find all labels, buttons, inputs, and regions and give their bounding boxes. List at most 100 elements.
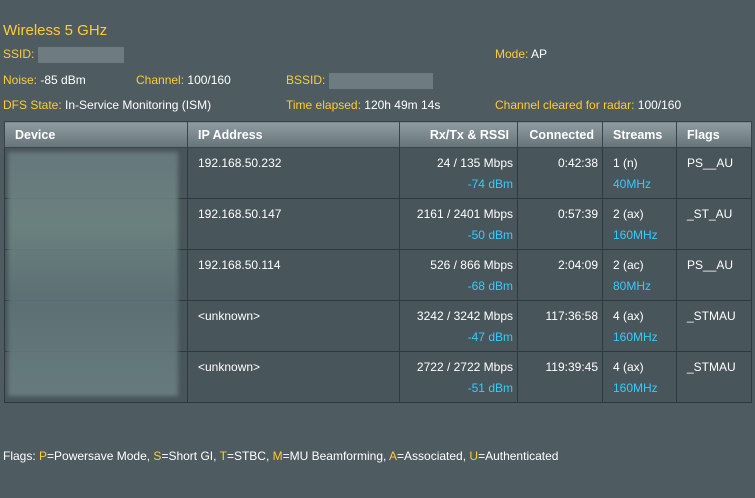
noise-value: -85 dBm xyxy=(40,73,86,87)
legend-key-m: M xyxy=(272,449,283,463)
rxtx-rate: 2722 / 2722 Mbps xyxy=(416,360,513,374)
ip-address: <unknown> xyxy=(198,360,261,374)
radar-value: 100/160 xyxy=(637,98,682,112)
legend-text-a: =Associated, xyxy=(397,449,470,463)
header-ip-address: IP Address xyxy=(187,121,400,148)
legend-key-u: U xyxy=(469,449,479,463)
flags-cell: _STMAU xyxy=(676,300,752,352)
elapsed-value: 120h 49m 14s xyxy=(364,98,441,112)
rxtx-rate: 2161 / 2401 Mbps xyxy=(416,207,513,221)
connected-time: 117:36:58 xyxy=(545,309,599,323)
ip-address: 192.168.50.114 xyxy=(198,258,281,272)
channel-value: 100/160 xyxy=(187,73,231,87)
streams-cell: 2 (ax) 160MHz xyxy=(602,198,677,250)
channel-field: Channel: 100/160 xyxy=(136,73,231,87)
mode-field: Mode: AP xyxy=(495,47,547,61)
legend-text-m: =MU Beamforming, xyxy=(282,449,389,463)
ip-cell: 192.168.50.147 xyxy=(187,198,400,250)
bandwidth: 160MHz xyxy=(613,228,658,242)
ssid-redacted xyxy=(37,47,124,63)
legend-text-s: =Short GI, xyxy=(161,449,220,463)
stream-count: 1 (n) xyxy=(613,156,638,170)
noise-label: Noise: xyxy=(3,73,38,87)
connected-cell: 119:39:45 xyxy=(517,351,603,403)
stream-count: 2 (ax) xyxy=(613,207,644,221)
streams-cell: 4 (ax) 160MHz xyxy=(602,351,677,403)
rxtx-rate: 3242 / 3242 Mbps xyxy=(416,309,513,323)
header-rxtx-rssi: Rx/Tx & RSSI xyxy=(399,121,518,148)
flags-value: PS__AU xyxy=(687,156,734,170)
streams-cell: 1 (n) 40MHz xyxy=(602,147,677,199)
ssid-field: SSID: xyxy=(3,47,124,63)
connected-time: 0:57:39 xyxy=(557,207,598,221)
ip-address: <unknown> xyxy=(198,309,261,323)
streams-cell: 2 (ac) 80MHz xyxy=(602,249,677,301)
rssi-value: -51 dBm xyxy=(467,381,513,395)
dfs-value: In-Service Monitoring (ISM) xyxy=(65,98,212,112)
flags-legend: Flags: P=Powersave Mode, S=Short GI, T=S… xyxy=(3,449,558,463)
connected-cell: 2:04:09 xyxy=(517,249,603,301)
stream-count: 4 (ax) xyxy=(613,360,644,374)
elapsed-field: Time elapsed: 120h 49m 14s xyxy=(286,98,440,112)
rxtx-cell: 2161 / 2401 Mbps -50 dBm xyxy=(399,198,518,250)
dfs-field: DFS State: In-Service Monitoring (ISM) xyxy=(3,98,211,112)
ip-cell: 192.168.50.232 xyxy=(187,147,400,199)
mode-label: Mode: xyxy=(495,47,529,61)
bandwidth: 40MHz xyxy=(613,177,652,191)
ip-cell: <unknown> xyxy=(187,300,400,352)
bssid-label: BSSID: xyxy=(286,73,326,88)
legend-key-p: P xyxy=(39,449,48,463)
ip-cell: 192.168.50.114 xyxy=(187,249,400,301)
connected-time: 119:39:45 xyxy=(545,360,599,374)
radar-label: Channel cleared for radar: xyxy=(495,98,635,112)
legend-text-p: =Powersave Mode, xyxy=(47,449,154,463)
streams-cell: 4 (ax) 160MHz xyxy=(602,300,677,352)
connected-cell: 0:57:39 xyxy=(517,198,603,250)
ip-cell: <unknown> xyxy=(187,351,400,403)
ip-address: 192.168.50.232 xyxy=(198,156,282,170)
flags-cell: _STMAU xyxy=(676,351,752,403)
connected-cell: 0:42:38 xyxy=(517,147,603,199)
header-flags: Flags xyxy=(676,121,752,148)
rssi-value: -47 dBm xyxy=(467,330,513,344)
mode-value: AP xyxy=(531,47,548,61)
rssi-value: -50 dBm xyxy=(467,228,513,242)
bandwidth: 160MHz xyxy=(613,330,658,344)
noise-field: Noise: -85 dBm xyxy=(3,73,86,87)
flags-cell: PS__AU xyxy=(676,249,752,301)
legend-key-t: T xyxy=(219,449,227,463)
bssid-redacted xyxy=(328,73,433,89)
bssid-field: BSSID: xyxy=(286,73,433,89)
table-header-row: Device IP Address Rx/Tx & RSSI Connected… xyxy=(4,121,752,148)
stream-count: 2 (ac) xyxy=(613,258,644,272)
rssi-value: -68 dBm xyxy=(467,279,513,293)
stream-count: 4 (ax) xyxy=(613,309,644,323)
elapsed-label: Time elapsed: xyxy=(286,98,361,112)
flags-value: PS__AU xyxy=(687,258,734,272)
device-names-redacted xyxy=(8,152,178,396)
connected-time: 2:04:09 xyxy=(557,258,598,272)
rxtx-rate: 24 / 135 Mbps xyxy=(436,156,513,170)
channel-label: Channel: xyxy=(136,73,185,87)
legend-key-a: A xyxy=(389,449,398,463)
rssi-value: -74 dBm xyxy=(467,177,513,191)
connected-time: 0:42:38 xyxy=(557,156,598,170)
flags-value: _STMAU xyxy=(687,309,736,323)
header-connected: Connected xyxy=(517,121,603,148)
connected-cell: 117:36:58 xyxy=(517,300,603,352)
rxtx-cell: 24 / 135 Mbps -74 dBm xyxy=(399,147,518,199)
flags-value: _ST_AU xyxy=(687,207,733,221)
flags-cell: _ST_AU xyxy=(676,198,752,250)
flags-value: _STMAU xyxy=(687,360,736,374)
rxtx-rate: 526 / 866 Mbps xyxy=(430,258,513,272)
legend-prefix: Flags: xyxy=(3,449,40,463)
legend-text-t: =STBC, xyxy=(226,449,273,463)
ssid-label: SSID: xyxy=(3,47,35,62)
flags-cell: PS__AU xyxy=(676,147,752,199)
rxtx-cell: 526 / 866 Mbps -68 dBm xyxy=(399,249,518,301)
header-device: Device xyxy=(4,121,188,148)
header-streams: Streams xyxy=(602,121,677,148)
bandwidth: 80MHz xyxy=(613,279,652,293)
legend-text-u: =Authenticated xyxy=(478,449,559,463)
ip-address: 192.168.50.147 xyxy=(198,207,282,221)
